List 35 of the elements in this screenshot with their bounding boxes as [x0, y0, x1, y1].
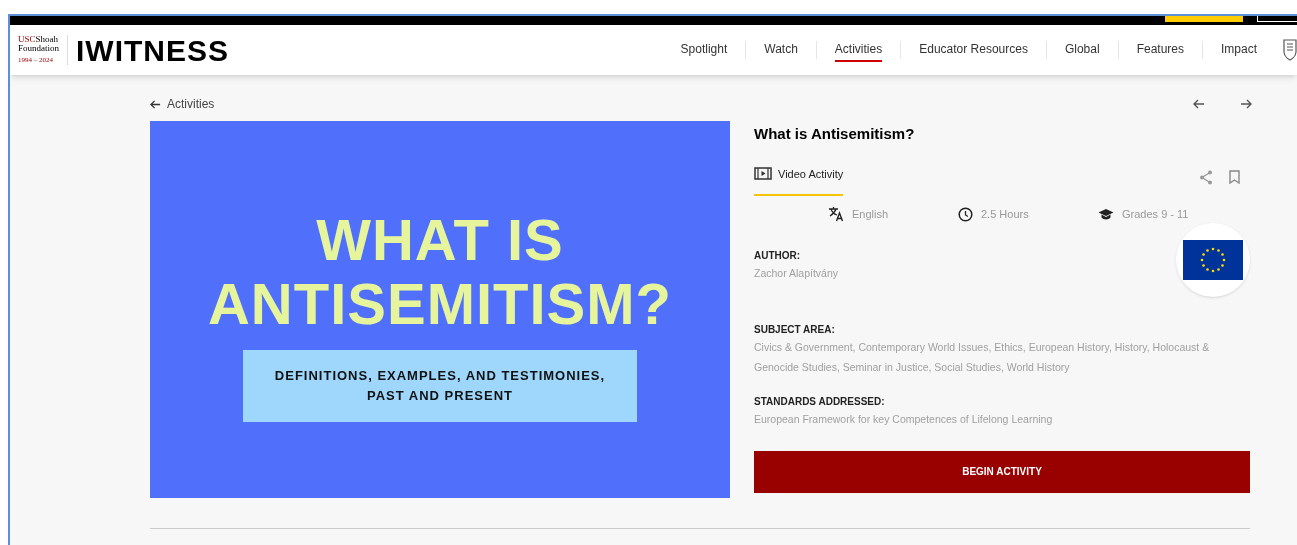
- meta-text: 2.5 Hours: [981, 207, 1029, 222]
- section-heading: AUTHOR:: [754, 248, 802, 263]
- nav-link[interactable]: Global: [1064, 38, 1100, 62]
- activity-title: What is Antisemitism?: [754, 124, 916, 144]
- clock-icon: [958, 206, 973, 222]
- nav-link[interactable]: Impact: [1221, 38, 1257, 62]
- graduation-cap-icon: [1098, 207, 1114, 221]
- meta-text: Grades 9 - 11: [1122, 207, 1189, 222]
- meta-text: English: [852, 207, 889, 222]
- flag-icon: [1183, 239, 1243, 280]
- nav-link[interactable]: Activities: [834, 38, 883, 62]
- activity-type-tab[interactable]: Video Activity: [754, 165, 844, 196]
- next-arrow-icon[interactable]: [1240, 98, 1252, 110]
- section-heading: SUBJECT AREA:: [754, 322, 836, 337]
- section-heading: STANDARDS ADDRESSED:: [754, 394, 886, 409]
- cover-subtitle: PAST AND PRESENT: [367, 386, 513, 405]
- cover-headline: WHAT IS: [316, 207, 564, 272]
- nav-link[interactable]: Spotlight: [680, 38, 728, 62]
- film-icon: [754, 167, 772, 181]
- nav-link[interactable]: Features: [1136, 38, 1184, 62]
- share-icon[interactable]: [1199, 169, 1213, 185]
- begin-activity-button[interactable]: BEGIN ACTIVITY: [754, 450, 1250, 493]
- shield-icon: [1283, 38, 1297, 62]
- section-text: Zachor Alapítvány: [754, 265, 840, 281]
- nav-link[interactable]: Educator Resources: [919, 38, 1028, 62]
- back-link[interactable]: Activities: [150, 95, 215, 113]
- section-text: European Framework for key Competences of Lifelong Learning: [754, 411, 1054, 427]
- section-text: Civics & Government, Contemporary World Issues, Ethics, European History, History, Holocaust & Genocide Studies, Seminar in Justice, Social Studies, World History: [754, 339, 1211, 375]
- translate-icon: [828, 206, 844, 223]
- back-arrow-icon: [150, 98, 161, 110]
- bookmark-icon[interactable]: [1229, 169, 1240, 184]
- cover-subtitle: DEFINITIONS, EXAMPLES, AND TESTIMONIES,: [274, 366, 606, 385]
- previous-arrow-icon[interactable]: [1193, 98, 1205, 110]
- nav-link[interactable]: Watch: [764, 38, 798, 62]
- cover-headline: ANTISEMITISM?: [207, 271, 673, 336]
